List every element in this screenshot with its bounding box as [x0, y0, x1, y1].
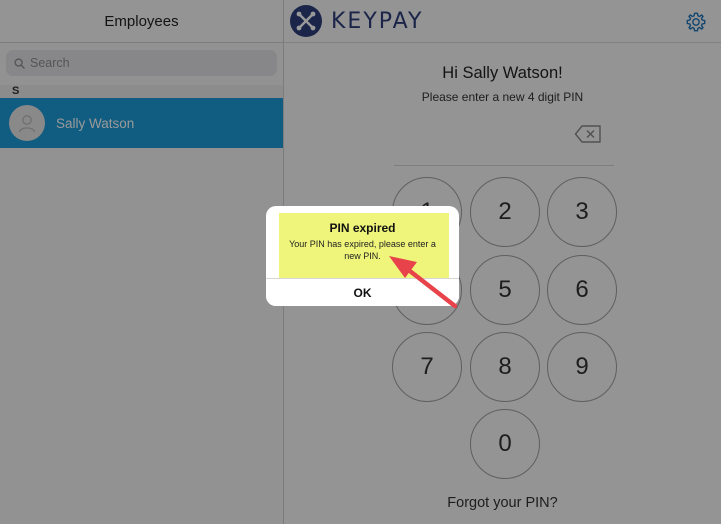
alert-message: Your PIN has expired, please enter a new… — [289, 239, 436, 261]
alert-title: PIN expired — [329, 221, 396, 235]
pin-expired-alert: PIN expired Your PIN has expired, please… — [266, 206, 459, 306]
ok-button[interactable]: OK — [266, 279, 459, 306]
